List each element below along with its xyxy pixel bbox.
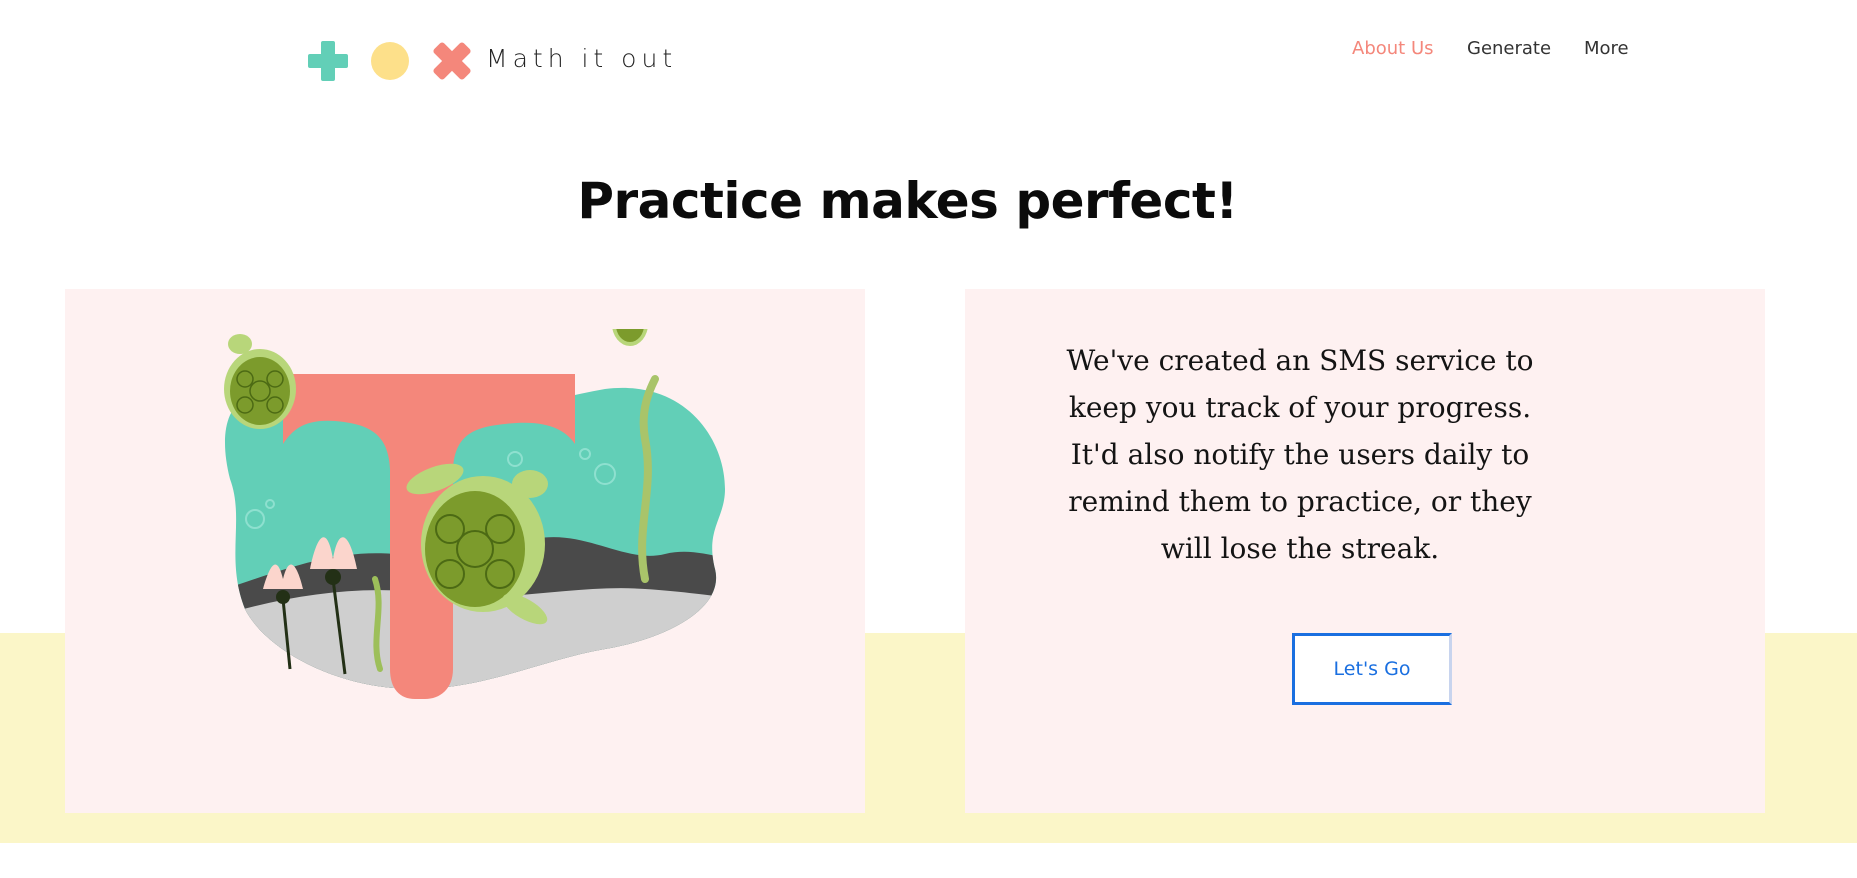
info-paragraph: We've created an SMS service to keep you… bbox=[1066, 344, 1534, 565]
info-panel: We've created an SMS service to keep you… bbox=[965, 289, 1765, 813]
nav-item-more[interactable]: More bbox=[1584, 38, 1629, 59]
lets-go-button[interactable]: Let's Go bbox=[1292, 633, 1452, 705]
nav-item-generate[interactable]: Generate bbox=[1467, 38, 1551, 59]
circle-icon bbox=[371, 42, 409, 80]
page-title: Practice makes perfect! bbox=[577, 172, 1238, 230]
times-icon bbox=[433, 42, 471, 80]
logo[interactable] bbox=[308, 41, 472, 81]
turtle-letter-illustration bbox=[224, 329, 725, 699]
nav-item-about-us[interactable]: About Us bbox=[1352, 38, 1434, 59]
brand-name[interactable]: Math it out bbox=[486, 44, 677, 73]
illustration-panel bbox=[65, 289, 865, 813]
logo-mark bbox=[308, 41, 472, 81]
plus-icon bbox=[308, 41, 348, 81]
